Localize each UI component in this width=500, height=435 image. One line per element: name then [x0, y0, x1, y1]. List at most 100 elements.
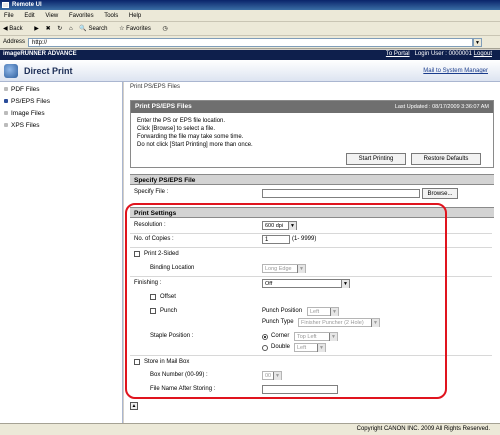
window-titlebar: Remote UI — [0, 0, 500, 10]
specify-file-section: Specify PS/EPS File Specify File : Brows… — [130, 174, 494, 204]
window-title: Remote UI — [12, 2, 42, 8]
menu-file[interactable]: File — [4, 13, 14, 19]
sidebar-item-xps[interactable]: XPS Files — [4, 120, 40, 131]
copyright-text: Copyright CANON INC. 2009 All Rights Res… — [356, 426, 490, 432]
copies-label: No. of Copies : — [134, 236, 174, 242]
mail-to-system-manager-link[interactable]: Mail to System Manager — [419, 66, 492, 76]
instruction-line: Do not click [Start Printing] more than … — [137, 142, 253, 148]
double-select[interactable]: Left ▼ — [294, 343, 326, 352]
double-radio[interactable] — [262, 345, 268, 351]
box-number-value: 00 — [265, 373, 272, 379]
corner-label: Corner — [271, 333, 290, 339]
search-button[interactable]: 🔍 Search — [79, 26, 112, 32]
brand-name: imageRUNNER ADVANCE — [3, 51, 77, 57]
chevron-down-icon: ▼ — [288, 222, 296, 230]
bullet-icon — [4, 111, 8, 116]
address-dropdown-icon[interactable]: ▼ — [473, 38, 482, 47]
punch-position-value: Left — [310, 309, 320, 315]
forward-button[interactable]: ▶ — [34, 26, 39, 32]
app-title: Direct Print — [24, 66, 73, 76]
specify-file-label: Specify File : — [134, 189, 169, 195]
back-button[interactable]: ◀ Back — [3, 26, 28, 32]
home-icon[interactable]: ⌂ — [69, 26, 73, 32]
corner-select[interactable]: Top Left ▼ — [294, 332, 338, 341]
print-panel: Print PS/EPS Files Last Updated : 08/17/… — [130, 100, 494, 168]
stop-icon[interactable]: ✖ — [46, 26, 51, 32]
store-in-mail-box-checkbox[interactable] — [134, 359, 140, 365]
direct-print-icon — [4, 64, 18, 78]
punch-type-value: Finisher Puncher (2 Hole) — [301, 320, 364, 326]
to-portal-link[interactable]: To Portal — [386, 51, 410, 57]
refresh-icon[interactable]: ↻ — [57, 26, 62, 32]
restore-defaults-button[interactable]: Restore Defaults — [411, 153, 481, 165]
file-name-label: File Name After Storing : — [150, 386, 216, 392]
scroll-to-top-icon[interactable]: ▲ — [130, 402, 138, 410]
binding-label: Binding Location — [150, 265, 195, 271]
menu-favorites[interactable]: Favorites — [69, 13, 94, 19]
settings-section-title: Print Settings — [130, 207, 494, 218]
copies-input[interactable]: 1 — [262, 235, 290, 244]
binding-value: Long Edge — [265, 266, 292, 272]
menu-edit[interactable]: Edit — [24, 13, 34, 19]
sidebar-item-label: XPS Files — [11, 122, 40, 129]
instructions: Enter the PS or EPS file location. Click… — [137, 117, 253, 149]
menu-help[interactable]: Help — [129, 13, 141, 19]
menu-tools[interactable]: Tools — [104, 13, 118, 19]
file-name-input[interactable] — [262, 385, 338, 394]
double-value: Left — [297, 345, 307, 351]
logout-link[interactable]: Logout — [474, 51, 492, 57]
instruction-line: Click [Browse] to select a file. — [137, 126, 216, 132]
sidebar-item-image[interactable]: Image Files — [4, 108, 45, 119]
copies-range: (1- 9999) — [292, 236, 317, 242]
staple-position-label: Staple Position : — [150, 333, 194, 339]
browser-icon — [2, 2, 9, 8]
print-2-sided-label: Print 2-Sided — [144, 251, 179, 257]
binding-select[interactable]: Long Edge ▼ — [262, 264, 306, 273]
login-user: Login User : 0000001 — [414, 51, 472, 57]
chevron-down-icon: ▼ — [297, 265, 305, 273]
finishing-label: Finishing : — [134, 280, 162, 286]
punch-checkbox[interactable] — [150, 308, 156, 314]
favorites-button[interactable]: ☆ Favorites — [119, 26, 156, 32]
panel-title: Print PS/EPS Files Last Updated : 08/17/… — [131, 101, 493, 113]
back-label: Back — [9, 26, 23, 32]
start-printing-button[interactable]: Start Printing — [346, 153, 406, 165]
sidebar-item-ps-eps[interactable]: PS/EPS Files — [4, 96, 50, 107]
finishing-select[interactable]: Off ▼ — [262, 279, 350, 288]
finishing-value: Off — [265, 281, 273, 287]
store-in-mail-box-label: Store in Mail Box — [144, 359, 190, 365]
punch-type-select[interactable]: Finisher Puncher (2 Hole) ▼ — [298, 318, 380, 327]
print-2-sided-checkbox[interactable] — [134, 251, 140, 257]
browse-button[interactable]: Browse... — [422, 188, 458, 199]
header-links: To Portal Login User : 0000001 Logout — [386, 51, 492, 57]
sidebar-item-label: Image Files — [11, 110, 45, 117]
history-icon[interactable]: ◷ — [163, 26, 168, 32]
address-label: Address — [3, 39, 26, 45]
instruction-line: Enter the PS or EPS file location. — [137, 118, 226, 124]
offset-label: Offset — [160, 294, 176, 300]
specify-file-input[interactable] — [262, 189, 420, 198]
sidebar-item-label: PDF Files — [11, 86, 40, 93]
offset-checkbox[interactable] — [150, 294, 156, 300]
panel-title-text: Print PS/EPS Files — [135, 103, 192, 110]
sidebar-item-pdf[interactable]: PDF Files — [4, 84, 40, 95]
chevron-down-icon: ▼ — [317, 344, 325, 352]
corner-radio[interactable] — [262, 334, 268, 340]
last-updated: Last Updated : 08/17/2009 3:36:07 AM — [394, 104, 489, 110]
address-input[interactable]: http:// — [28, 38, 473, 47]
app-subheader: Direct Print Mail to System Manager — [0, 60, 500, 82]
menu-bar: File Edit View Favorites Tools Help — [0, 10, 500, 22]
instruction-line: Forwarding the file may take some time. — [137, 134, 244, 140]
double-label: Double — [271, 344, 291, 350]
app-header: imageRUNNER ADVANCE To Portal Login User… — [0, 50, 500, 60]
address-bar: Address http:// ▼ — [0, 36, 500, 49]
chevron-down-icon: ▼ — [341, 280, 349, 288]
bullet-icon — [4, 99, 8, 104]
specify-section-title: Specify PS/EPS File — [130, 174, 494, 185]
punch-position-select[interactable]: Left ▼ — [307, 307, 339, 316]
resolution-select[interactable]: 600 dpi ▼ — [262, 221, 297, 230]
chevron-down-icon: ▼ — [329, 333, 337, 341]
box-number-select[interactable]: 00 ▼ — [262, 371, 282, 380]
menu-view[interactable]: View — [45, 13, 58, 19]
favorites-label: Favorites — [126, 26, 151, 32]
